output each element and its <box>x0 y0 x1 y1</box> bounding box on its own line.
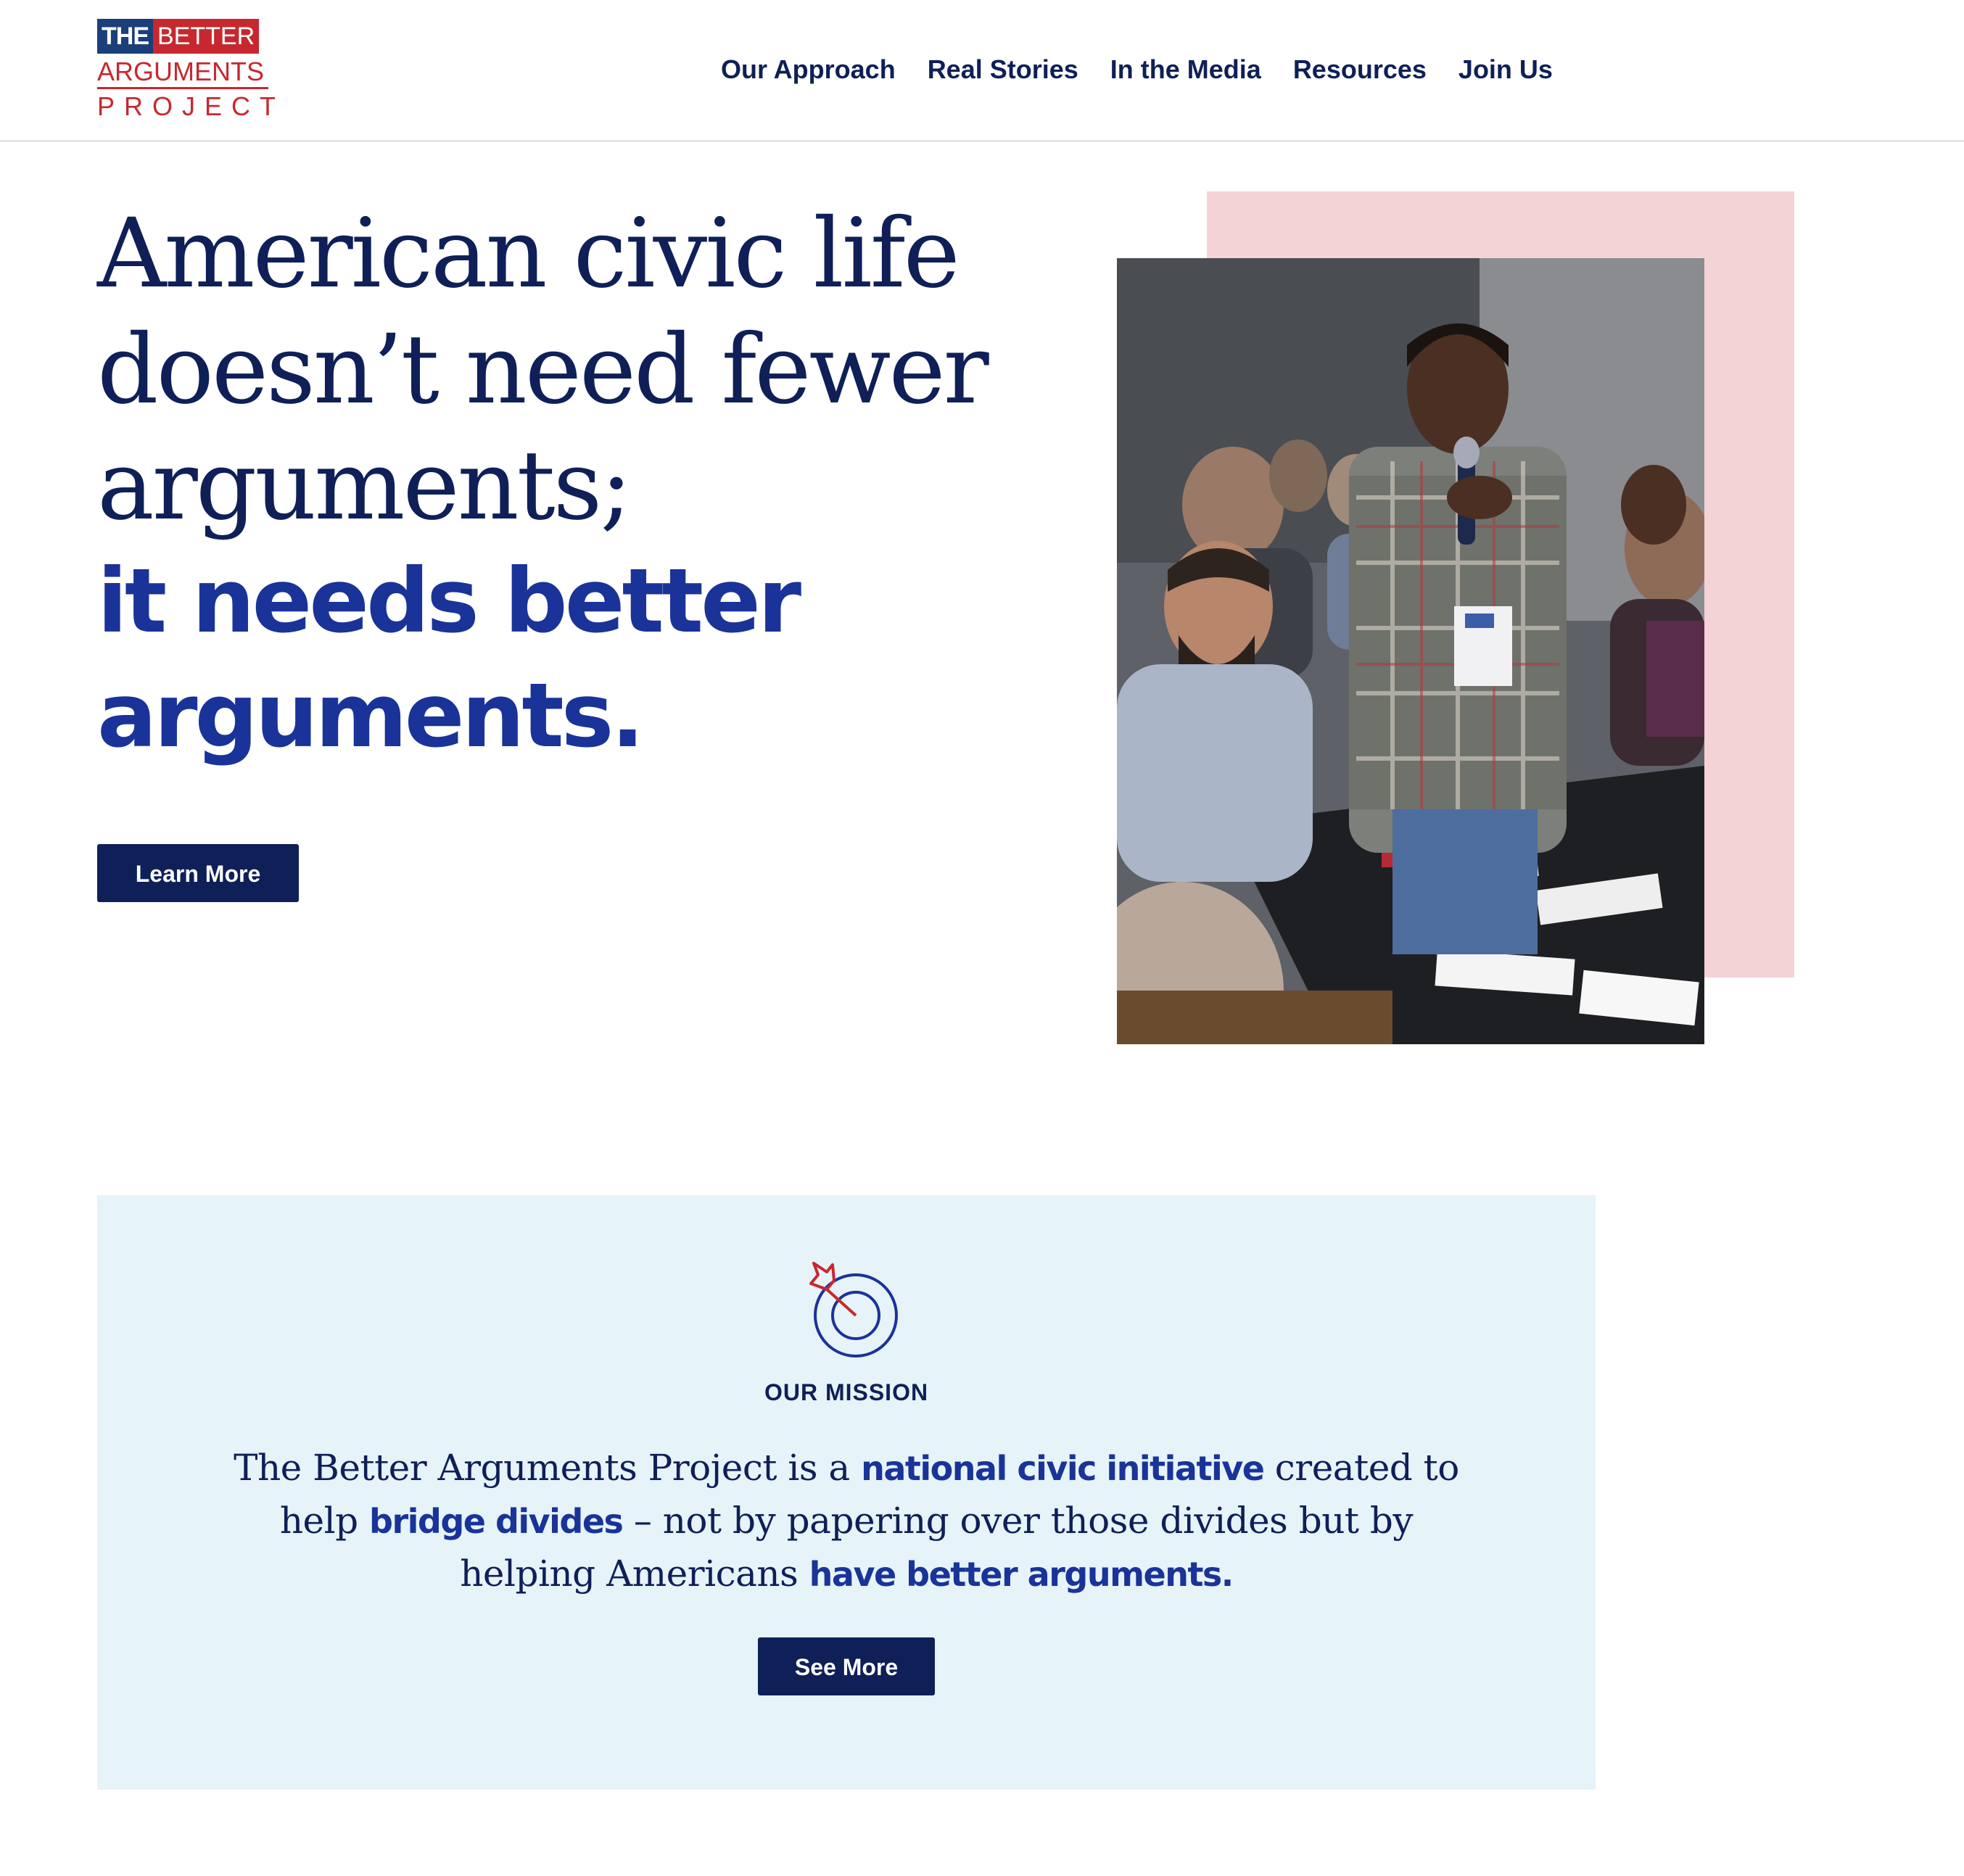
nav-item: Real Stories <box>928 52 1078 87</box>
hero-line-3: arguments; <box>97 430 632 542</box>
site-header: THE BETTER ARGUMENTS PROJECT Our Approac… <box>0 0 1964 142</box>
hero-line-1: American civic life <box>97 198 960 310</box>
nav-item: Our Approach <box>721 52 896 87</box>
logo-better: BETTER <box>153 19 260 54</box>
mission-highlight-have-better-arguments: have better arguments. <box>809 1555 1234 1594</box>
logo-arguments: ARGUMENTS <box>97 57 268 89</box>
logo-the: THE <box>97 19 153 54</box>
logo-top-row: THE BETTER <box>97 19 260 54</box>
main-nav: Our Approach Real Stories In the Media R… <box>721 52 1553 87</box>
target-icon <box>809 1262 898 1358</box>
hero-photo <box>1117 258 1704 1044</box>
logo[interactable]: THE BETTER ARGUMENTS PROJECT <box>97 19 286 122</box>
nav-link-in-the-media[interactable]: In the Media <box>1110 54 1261 84</box>
mission-highlight-national-civic-initiative: national civic initiative <box>861 1449 1265 1488</box>
learn-more-button[interactable]: Learn More <box>97 844 299 902</box>
mission-section: OUR MISSION The Better Arguments Project… <box>97 1195 1596 1790</box>
hero-bold-line-2: arguments. <box>97 664 645 767</box>
hero-bold-line-1: it needs better <box>97 550 801 653</box>
nav-link-our-approach[interactable]: Our Approach <box>721 54 896 84</box>
hero-line-2: doesn’t need fewer <box>97 314 989 426</box>
see-more-button[interactable]: See More <box>758 1637 935 1695</box>
mission-statement: The Better Arguments Project is a nation… <box>213 1442 1480 1600</box>
logo-project: PROJECT <box>97 91 286 121</box>
mission-highlight-bridge-divides: bridge divides <box>369 1502 624 1541</box>
hero-heading: American civic life doesn’t need fewer a… <box>97 196 1098 773</box>
nav-link-join-us[interactable]: Join Us <box>1458 54 1553 84</box>
nav-item: Join Us <box>1458 52 1553 87</box>
nav-link-resources[interactable]: Resources <box>1293 54 1427 84</box>
nav-item: In the Media <box>1110 52 1261 87</box>
nav-item: Resources <box>1293 52 1427 87</box>
mission-label: OUR MISSION <box>764 1379 929 1405</box>
mission-text-1: The Better Arguments Project is a <box>234 1447 862 1489</box>
nav-link-real-stories[interactable]: Real Stories <box>928 54 1078 84</box>
